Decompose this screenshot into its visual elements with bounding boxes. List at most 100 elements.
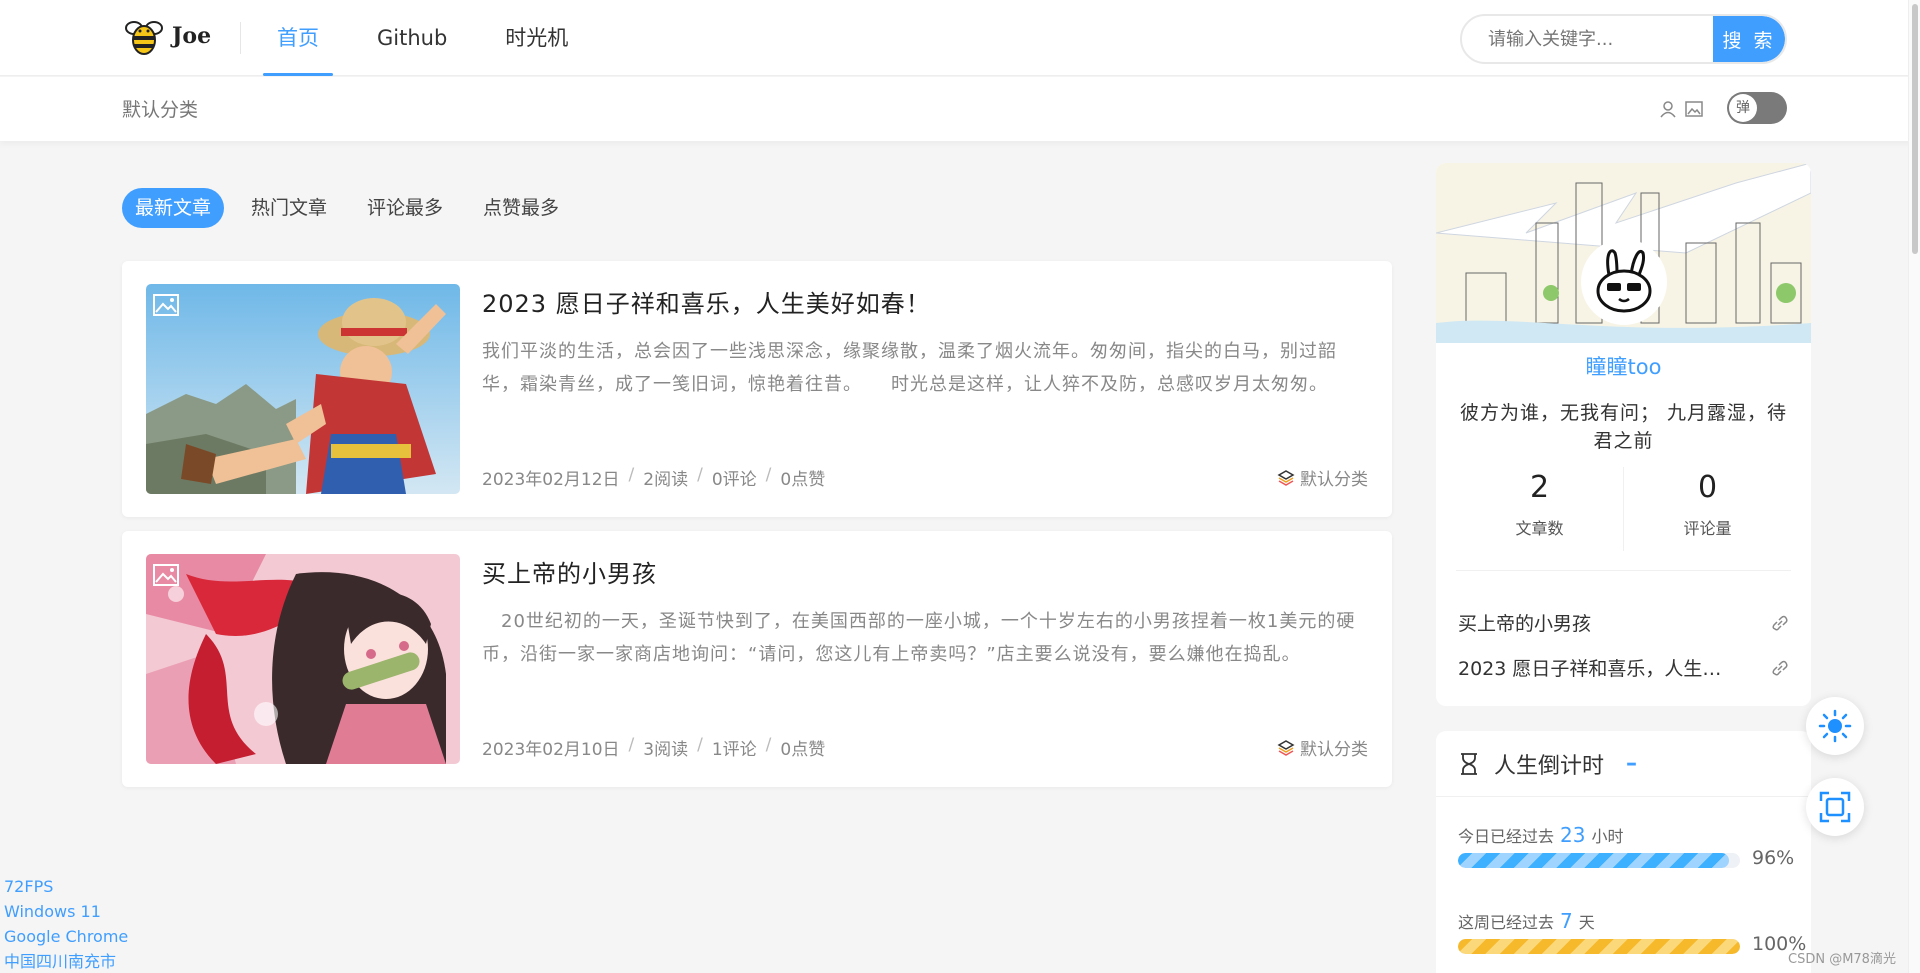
tab-popular[interactable]: 热门文章 — [238, 188, 340, 228]
countdown-day-progress-track — [1458, 853, 1740, 868]
countdown-dash: – — [1626, 751, 1638, 776]
stat-comments: 0 评论量 — [1623, 467, 1791, 551]
post-thumbnail[interactable] — [146, 554, 460, 764]
sun-icon — [1818, 709, 1852, 743]
search-button[interactable]: 搜 索 — [1713, 16, 1785, 62]
countdown-day-number: 23 — [1560, 823, 1586, 847]
countdown-week-progress-bar — [1458, 939, 1740, 954]
user-icon[interactable] — [1658, 99, 1678, 119]
main-nav: 首页 Github 时光机 — [263, 0, 612, 76]
watermark: CSDN @M78滴光 — [1788, 952, 1896, 967]
layers-icon — [1277, 469, 1295, 486]
author-stats: 2 文章数 0 评论量 — [1456, 467, 1791, 551]
location-text: 中国四川南充市 — [4, 952, 117, 971]
post-reads: 2阅读 — [643, 470, 689, 490]
theme-toggle-button[interactable] — [1806, 697, 1864, 755]
life-countdown-card: 人生倒计时 – 今日已经过去 23 小时 96% 这周已经过去 7 天 100% — [1436, 731, 1811, 973]
bee-logo-icon — [125, 21, 163, 55]
visitor-info: 72FPS Windows 11 Google Chrome 中国四川南充市 — [4, 874, 128, 973]
image-icon — [153, 564, 179, 586]
nav-item-home[interactable]: 首页 — [263, 0, 333, 76]
post-comments: 1评论 — [711, 740, 757, 760]
article-tabs: 最新文章 热门文章 评论最多 点赞最多 — [122, 188, 572, 228]
countdown-day-progress-bar — [1458, 853, 1729, 868]
site-logo[interactable]: Joe — [122, 14, 211, 58]
stat-posts-label: 文章数 — [1515, 519, 1564, 538]
link-icon — [1772, 660, 1788, 676]
search-box: 搜 索 — [1460, 14, 1787, 64]
post-likes: 0点赞 — [780, 470, 826, 490]
meta-separator: / — [628, 735, 635, 755]
nav-item-timemachine[interactable]: 时光机 — [491, 0, 582, 76]
logo-text: Joe — [172, 23, 212, 49]
recent-post-item[interactable]: 2023 愿日子祥和喜乐，人生美好如春！ — [1458, 645, 1790, 690]
meta-separator: / — [697, 735, 703, 755]
page-scrollbar[interactable] — [1908, 0, 1920, 973]
countdown-week-unit: 天 — [1578, 913, 1595, 932]
author-card: 瞳瞳too 彼方为谁，无我有问； 九月露湿，待君之前 2 文章数 0 评论量 买… — [1436, 163, 1811, 706]
post-category[interactable]: 默认分类 — [1277, 465, 1368, 490]
tab-latest[interactable]: 最新文章 — [122, 188, 225, 228]
post-title[interactable]: 买上帝的小男孩 — [482, 554, 657, 589]
meta-separator: / — [765, 735, 772, 755]
hourglass-icon — [1461, 752, 1477, 775]
stat-posts: 2 文章数 — [1456, 467, 1623, 551]
post-excerpt: 我们平淡的生活，总会因了一些浅思深念，缘聚缘散，温柔了烟火流年。匆匆间，指尖的白… — [482, 341, 1337, 395]
countdown-week-number: 7 — [1560, 909, 1573, 933]
avatar[interactable] — [1581, 239, 1667, 325]
fullscreen-button[interactable] — [1806, 778, 1864, 836]
tab-most-comments[interactable]: 评论最多 — [354, 188, 456, 228]
countdown-row-week: 这周已经过去 7 天 100% — [1458, 909, 1806, 955]
meta-separator: / — [697, 465, 703, 485]
stat-comments-number: 0 — [1697, 470, 1718, 505]
image-icon — [153, 294, 179, 316]
countdown-day-percent: 96% — [1752, 847, 1795, 869]
nav-divider — [240, 22, 241, 54]
scrollbar-thumb[interactable] — [1912, 4, 1918, 254]
post-title[interactable]: 2023 愿日子祥和喜乐，人生美好如春！ — [482, 284, 931, 319]
countdown-day-text: 今日已经过去 23 小时 — [1458, 823, 1793, 847]
category-link[interactable]: 默认分类 — [122, 95, 198, 122]
category-bar: 默认分类 弹 — [0, 77, 1920, 141]
post-comments: 0评论 — [711, 470, 757, 490]
os-text: Windows 11 — [4, 902, 101, 921]
nav-item-github[interactable]: Github — [363, 0, 461, 76]
post-thumbnail-art — [146, 554, 460, 764]
stat-posts-number: 2 — [1529, 470, 1550, 505]
post-category[interactable]: 默认分类 — [1277, 735, 1368, 760]
toggle-knob: 弹 — [1729, 94, 1757, 122]
profile-divider — [1456, 570, 1791, 571]
author-name[interactable]: 瞳瞳too — [1436, 351, 1811, 381]
browser-text: Google Chrome — [4, 927, 129, 946]
countdown-week-prefix: 这周已经过去 — [1458, 913, 1555, 932]
countdown-header: 人生倒计时 – — [1436, 731, 1811, 797]
author-motto: 彼方为谁，无我有问； 九月露湿，待君之前 — [1459, 402, 1788, 452]
post-category-label: 默认分类 — [1300, 740, 1368, 760]
stat-comments-label: 评论量 — [1683, 519, 1732, 538]
link-icon — [1772, 615, 1788, 631]
subbar-icons — [1658, 99, 1704, 119]
recent-post-title: 买上帝的小男孩 — [1458, 613, 1592, 635]
recent-post-item[interactable]: 买上帝的小男孩 — [1458, 600, 1790, 645]
post-card[interactable]: 2023 愿日子祥和喜乐，人生美好如春！ 我们平淡的生活，总会因了一些浅思深念，… — [122, 261, 1392, 517]
meta-separator: / — [628, 465, 635, 485]
search-input[interactable] — [1462, 16, 1713, 62]
top-navbar: Joe 首页 Github 时光机 搜 索 — [0, 0, 1920, 76]
post-excerpt: 20世纪初的一天，圣诞节快到了，在美国西部的一座小城，一个十岁左右的小男孩捏着一… — [482, 611, 1356, 665]
fullscreen-icon — [1819, 791, 1851, 823]
post-category-label: 默认分类 — [1300, 470, 1368, 490]
post-thumbnail[interactable] — [146, 284, 460, 494]
tab-most-likes[interactable]: 点赞最多 — [470, 188, 572, 228]
rabbit-avatar-icon — [1582, 240, 1666, 324]
layers-icon — [1277, 739, 1295, 756]
countdown-day-unit: 小时 — [1591, 827, 1624, 846]
countdown-week-text: 这周已经过去 7 天 — [1458, 909, 1793, 933]
post-card[interactable]: 买上帝的小男孩 20世纪初的一天，圣诞节快到了，在美国西部的一座小城，一个十岁左… — [122, 531, 1392, 787]
post-thumbnail-art — [146, 284, 460, 494]
post-meta: 2023年02月12日 / 2阅读 / 0评论 / 0点赞 — [482, 465, 825, 490]
post-date: 2023年02月10日 — [482, 740, 620, 760]
fps-text: 72FPS — [4, 877, 54, 896]
countdown-week-progress-track — [1458, 939, 1740, 954]
barrage-toggle[interactable]: 弹 — [1727, 92, 1787, 124]
picture-icon[interactable] — [1684, 99, 1704, 119]
